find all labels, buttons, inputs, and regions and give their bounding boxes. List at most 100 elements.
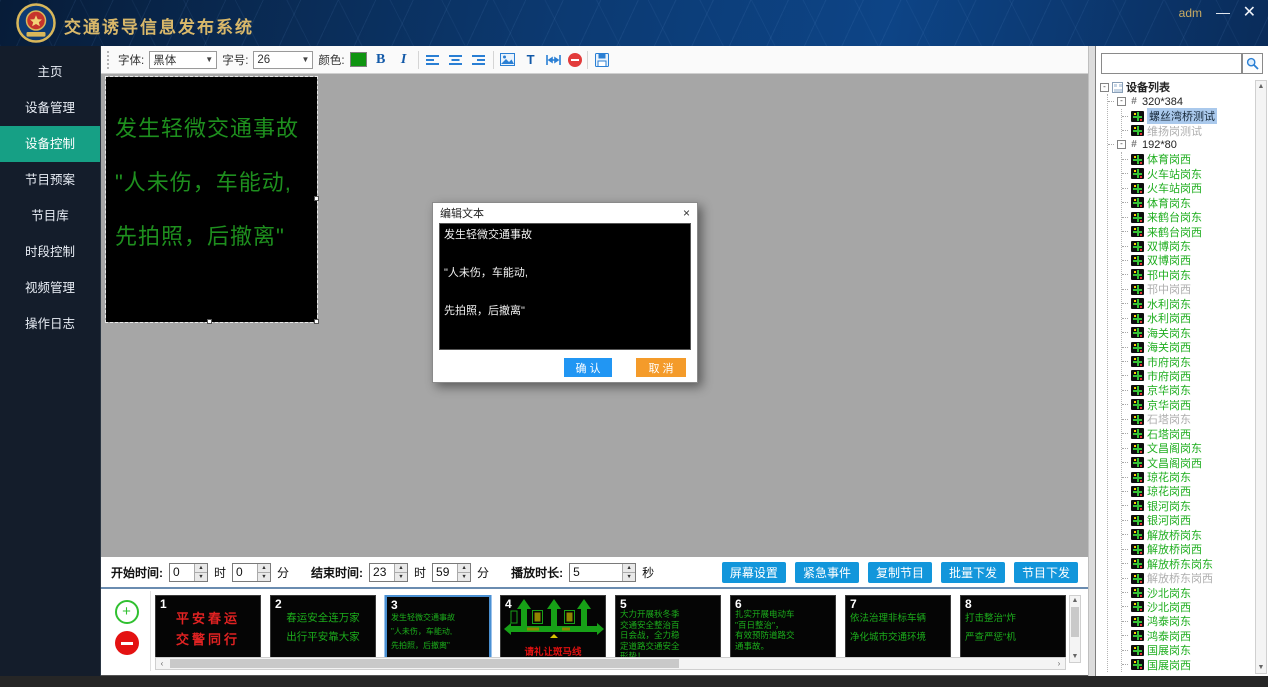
device-item[interactable]: 国展岗西 — [1122, 658, 1254, 672]
spin-down-icon[interactable]: ▼ — [458, 572, 470, 581]
stop-icon[interactable] — [568, 53, 582, 67]
device-item[interactable]: 双博岗西 — [1122, 253, 1254, 267]
device-item[interactable]: 解放桥岗东 — [1122, 528, 1254, 542]
sidebar-item-device-control[interactable]: 设备控制 — [0, 126, 100, 162]
dialog-titlebar[interactable]: 编辑文本 × — [433, 203, 697, 223]
spin-down-icon[interactable]: ▼ — [195, 572, 207, 581]
spin-up-icon[interactable]: ▲ — [458, 564, 470, 572]
device-item[interactable]: 海关岗东 — [1122, 325, 1254, 339]
device-item[interactable]: 沙北岗东 — [1122, 585, 1254, 599]
device-item[interactable]: 石塔岗西 — [1122, 427, 1254, 441]
device-item[interactable]: 文昌阁岗东 — [1122, 441, 1254, 455]
sidebar-item-period-control[interactable]: 时段控制 — [0, 234, 100, 270]
resize-handle-right[interactable] — [314, 196, 319, 201]
device-item[interactable]: 文昌阁岗西 — [1122, 455, 1254, 469]
device-group[interactable]: -#192*80 — [1108, 138, 1254, 152]
device-item[interactable]: 海关岗西 — [1122, 340, 1254, 354]
device-item[interactable]: 银河岗东 — [1122, 499, 1254, 513]
device-item[interactable]: 双博岗东 — [1122, 239, 1254, 253]
scroll-up-icon[interactable]: ▲ — [1070, 596, 1080, 606]
add-frame-button[interactable]: + — [115, 600, 139, 624]
panel-splitter[interactable] — [1088, 46, 1095, 676]
device-item[interactable]: 维扬岗测试 — [1122, 123, 1254, 137]
scroll-left-icon[interactable]: ‹ — [156, 658, 168, 669]
device-item[interactable]: 水利岗西 — [1122, 311, 1254, 325]
copy-program-button[interactable]: 复制节目 — [868, 562, 932, 583]
sidebar-item-operation-log[interactable]: 操作日志 — [0, 306, 100, 342]
device-item[interactable]: 火车站岗东 — [1122, 167, 1254, 181]
tree-collapse-icon[interactable]: - — [1100, 83, 1109, 92]
tree-scrollbar[interactable]: ▲ ▼ — [1255, 80, 1267, 674]
device-item[interactable]: 体育岗东 — [1122, 196, 1254, 210]
end-minute-stepper[interactable]: 59 ▲▼ — [432, 563, 471, 582]
device-item[interactable]: 京华岗西 — [1122, 398, 1254, 412]
search-button[interactable] — [1242, 53, 1263, 74]
playlist-thumb[interactable]: 5大力开展秋冬季交通安全整治百日会战，全力稳定道路交通安全形势！ — [615, 595, 721, 660]
align-right-icon[interactable] — [470, 50, 488, 70]
playlist-thumb[interactable]: 3发生轻微交通事故"人未伤，车能动,先拍照，后撤离" — [385, 595, 491, 660]
minimize-icon[interactable]: — — [1216, 4, 1230, 20]
device-item[interactable]: 沙北岗西 — [1122, 600, 1254, 614]
device-item[interactable]: 市府岗西 — [1122, 369, 1254, 383]
toolbar-grip[interactable] — [107, 51, 111, 69]
device-item[interactable]: 螺丝湾桥测试 — [1122, 109, 1254, 123]
spin-up-icon[interactable]: ▲ — [623, 564, 635, 572]
emergency-event-button[interactable]: 紧急事件 — [795, 562, 859, 583]
remove-frame-button[interactable] — [115, 631, 139, 655]
horizontal-scrollbar[interactable]: ‹ › — [155, 657, 1066, 670]
device-item[interactable]: 解放桥东岗东 — [1122, 556, 1254, 570]
batch-send-button[interactable]: 批量下发 — [941, 562, 1005, 583]
color-swatch[interactable] — [350, 52, 367, 67]
dialog-close-icon[interactable]: × — [683, 206, 690, 220]
device-item[interactable]: 来鹤台岗东 — [1122, 210, 1254, 224]
device-group[interactable]: -#320*384 — [1108, 94, 1254, 108]
insert-image-icon[interactable] — [499, 50, 517, 70]
tree-collapse-icon[interactable]: - — [1117, 140, 1126, 149]
screen-settings-button[interactable]: 屏幕设置 — [722, 562, 786, 583]
device-tree-root[interactable]: -设备列表 — [1100, 80, 1254, 94]
playlist-thumb[interactable]: 4请礼让斑马线 — [500, 595, 606, 660]
font-size-select[interactable]: 26▼ — [253, 51, 313, 69]
playlist-thumb[interactable]: 8打击整治"炸严查严惩"机 — [960, 595, 1066, 660]
align-left-icon[interactable] — [424, 50, 442, 70]
scroll-down-icon[interactable]: ▼ — [1070, 652, 1080, 662]
close-icon[interactable]: ✕ — [1243, 2, 1256, 22]
sidebar-item-program-library[interactable]: 节目库 — [0, 198, 100, 234]
vertical-scrollbar[interactable]: ▲ ▼ — [1069, 595, 1081, 663]
spin-up-icon[interactable]: ▲ — [258, 564, 270, 572]
device-item[interactable]: 鸿泰岗西 — [1122, 629, 1254, 643]
device-item[interactable]: 琼花岗西 — [1122, 484, 1254, 498]
search-input[interactable] — [1101, 53, 1242, 74]
scrollbar-thumb[interactable] — [170, 659, 679, 668]
playlist-thumb[interactable]: 2春运安全连万家出行平安靠大家 — [270, 595, 376, 660]
device-item[interactable]: 市府岗东 — [1122, 354, 1254, 368]
spin-up-icon[interactable]: ▲ — [395, 564, 407, 572]
device-item[interactable]: 鸿泰岗东 — [1122, 614, 1254, 628]
confirm-button[interactable]: 确 认 — [564, 358, 612, 377]
device-item[interactable]: 解放桥岗西 — [1122, 542, 1254, 556]
device-item[interactable]: 石塔岗东 — [1122, 412, 1254, 426]
device-item[interactable]: 京华岗东 — [1122, 383, 1254, 397]
cancel-button[interactable]: 取 消 — [636, 358, 686, 377]
program-send-button[interactable]: 节目下发 — [1014, 562, 1078, 583]
device-item[interactable]: 体育岗西 — [1122, 152, 1254, 166]
scroll-up-icon[interactable]: ▲ — [1256, 81, 1266, 92]
start-minute-stepper[interactable]: 0 ▲▼ — [232, 563, 271, 582]
sidebar-item-program-plan[interactable]: 节目预案 — [0, 162, 100, 198]
end-hour-stepper[interactable]: 23 ▲▼ — [369, 563, 408, 582]
scroll-right-icon[interactable]: › — [1053, 658, 1065, 669]
insert-text-icon[interactable]: T — [522, 50, 540, 70]
spin-down-icon[interactable]: ▼ — [258, 572, 270, 581]
start-hour-stepper[interactable]: 0 ▲▼ — [169, 563, 208, 582]
playlist-thumb[interactable]: 7依法治理非标车辆净化城市交通环境 — [845, 595, 951, 660]
save-icon[interactable] — [593, 50, 611, 70]
tree-collapse-icon[interactable]: - — [1117, 97, 1126, 106]
bold-button[interactable]: B — [372, 50, 390, 70]
sidebar-item-device-management[interactable]: 设备管理 — [0, 90, 100, 126]
device-item[interactable]: 解放桥东岗西 — [1122, 571, 1254, 585]
dialog-textarea[interactable]: 发生轻微交通事故 "人未伤，车能动, 先拍照，后撤离" — [439, 223, 691, 350]
device-item[interactable]: 邗中岗东 — [1122, 268, 1254, 282]
scrollbar-thumb[interactable] — [1071, 607, 1079, 637]
resize-handle-corner[interactable] — [314, 319, 319, 324]
scroll-down-icon[interactable]: ▼ — [1256, 662, 1266, 673]
